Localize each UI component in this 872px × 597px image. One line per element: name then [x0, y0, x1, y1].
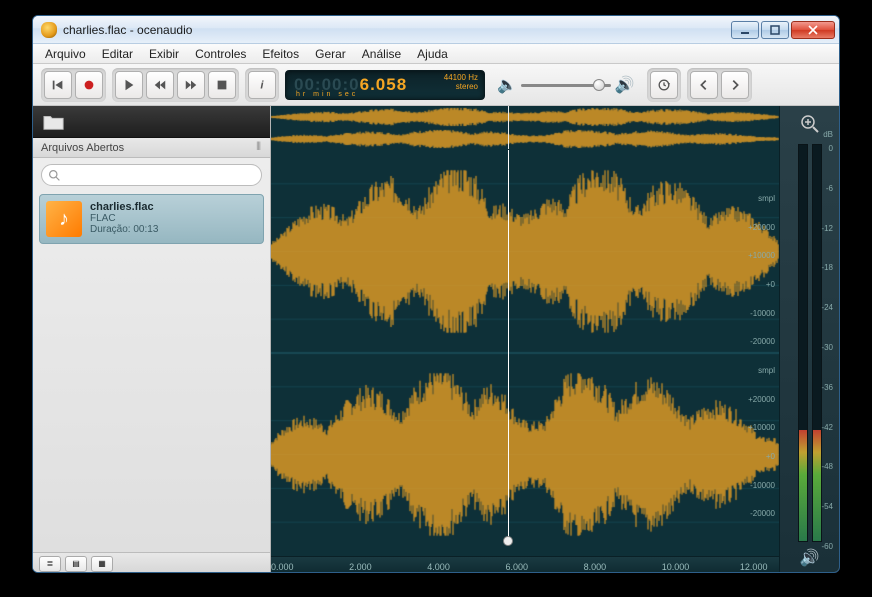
toolbar: i 00:00:06.058 44100 Hz stereo hr min se… [33, 64, 839, 106]
speaker-icon[interactable]: 🔊 [800, 548, 820, 568]
file-duration: Duração: 00:13 [90, 224, 158, 235]
view-grid-button[interactable]: ▦ [91, 556, 113, 572]
timeline-tick: 8.000 [584, 562, 607, 572]
timeline-ruler[interactable]: 0.000 2.000 4.000 6.000 8.000 10.000 12.000 [271, 556, 779, 573]
record-button[interactable] [75, 71, 103, 99]
timeline-tick: 4.000 [427, 562, 450, 572]
level-meter-panel: dB0-6-12-18-24-30-36-42-48-54-60 🔊 [779, 106, 839, 573]
menu-arquivo[interactable]: Arquivo [37, 45, 94, 63]
minimize-button[interactable] [731, 21, 759, 39]
waveform-area: smpl+20000+10000+0-10000-20000smpl+20000… [271, 106, 839, 573]
app-icon [41, 22, 57, 38]
time-unit-labels: hr min sec [296, 91, 358, 98]
playhead[interactable] [508, 150, 509, 538]
sidebar: Arquivos Abertos ⦀ ♪ charlies.flac FLAC … [33, 106, 271, 573]
timeline-tick: 6.000 [505, 562, 528, 572]
volume-slider[interactable] [521, 75, 611, 95]
timeline-tick: 10.000 [662, 562, 690, 572]
stop-button[interactable] [208, 71, 236, 99]
goto-start-button[interactable] [44, 71, 72, 99]
waveform-overview[interactable] [271, 106, 779, 150]
menu-gerar[interactable]: Gerar [307, 45, 354, 63]
time-counter[interactable]: 00:00:06.058 44100 Hz stereo hr min sec [285, 70, 485, 100]
file-music-icon: ♪ [46, 201, 82, 237]
menu-editar[interactable]: Editar [94, 45, 141, 63]
nav-forward-button[interactable] [721, 71, 749, 99]
time-value: 6.058 [360, 75, 408, 94]
channels-label: stereo [444, 82, 478, 91]
window-title: charlies.flac - ocenaudio [63, 23, 731, 37]
sidebar-folder-button[interactable] [33, 106, 270, 138]
level-meter-left [798, 144, 808, 542]
menu-controles[interactable]: Controles [187, 45, 254, 63]
nav-back-button[interactable] [690, 71, 718, 99]
timeline-tick: 12.000 [740, 562, 768, 572]
forward-button[interactable] [177, 71, 205, 99]
timeline-tick: 2.000 [349, 562, 372, 572]
volume-high-icon: 🔊 [615, 75, 635, 95]
file-list-item[interactable]: ♪ charlies.flac FLAC Duração: 00:13 [39, 194, 264, 244]
app-window: charlies.flac - ocenaudio ArquivoEditarE… [32, 15, 840, 573]
sidebar-header: Arquivos Abertos ⦀ [33, 138, 270, 158]
waveform-tracks[interactable]: smpl+20000+10000+0-10000-20000smpl+20000… [271, 150, 779, 556]
sidebar-grip-icon[interactable]: ⦀ [256, 141, 262, 154]
menu-exibir[interactable]: Exibir [141, 45, 187, 63]
zoom-in-button[interactable] [798, 112, 822, 136]
volume-control: 🔈 🔊 [497, 75, 635, 95]
playhead-handle[interactable] [503, 536, 513, 546]
level-meter-right [812, 144, 822, 542]
sidebar-search-input[interactable] [41, 164, 262, 186]
samplerate-label: 44100 Hz [444, 73, 478, 82]
close-button[interactable] [791, 21, 835, 39]
history-button[interactable] [650, 71, 678, 99]
view-tiles-button[interactable]: ▤ [65, 556, 87, 572]
volume-low-icon: 🔈 [497, 75, 517, 95]
view-list-button[interactable]: ≣ [39, 556, 61, 572]
file-format: FLAC [90, 213, 158, 224]
svg-text:i: i [260, 79, 264, 91]
menubar: ArquivoEditarExibirControlesEfeitosGerar… [33, 44, 839, 64]
titlebar[interactable]: charlies.flac - ocenaudio [33, 16, 839, 44]
rewind-button[interactable] [146, 71, 174, 99]
menu-análise[interactable]: Análise [354, 45, 409, 63]
sidebar-header-label: Arquivos Abertos [41, 142, 124, 154]
play-button[interactable] [115, 71, 143, 99]
maximize-button[interactable] [761, 21, 789, 39]
sidebar-footer: ≣ ▤ ▦ [33, 552, 270, 573]
info-button[interactable]: i [248, 71, 276, 99]
menu-ajuda[interactable]: Ajuda [409, 45, 456, 63]
timeline-tick: 0.000 [271, 562, 294, 572]
file-name: charlies.flac [90, 201, 158, 213]
menu-efeitos[interactable]: Efeitos [254, 45, 307, 63]
